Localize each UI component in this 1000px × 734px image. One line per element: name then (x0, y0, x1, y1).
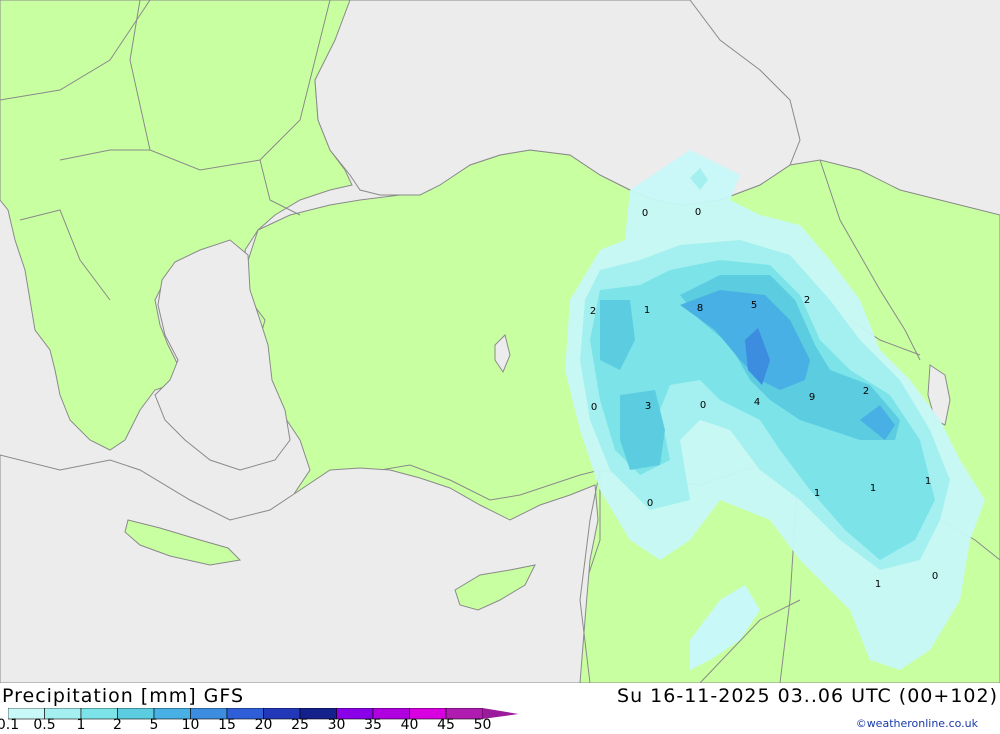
legend-area: Precipitation [mm] GFS Su 16-11-2025 03.… (0, 683, 1000, 733)
value-label: 5 (751, 300, 757, 311)
scale-tick-label: 1 (76, 717, 86, 733)
scale-tick-label: 45 (437, 717, 455, 733)
value-label: 0 (700, 400, 706, 411)
value-label: 3 (645, 401, 651, 412)
value-label: 0 (591, 402, 597, 413)
value-label: 1 (925, 476, 931, 487)
valid-time: Su 16-11-2025 03..06 UTC (00+102) (617, 685, 998, 707)
map-title: Precipitation [mm] GFS (2, 685, 245, 707)
scale-tick-label: 30 (327, 717, 346, 733)
value-label: 2 (590, 306, 596, 317)
value-label: 1 (875, 579, 881, 590)
scale-tick-label: 40 (400, 717, 419, 733)
credit-text: ©weatheronline.co.uk (855, 717, 978, 730)
scale-tick-label: 5 (149, 717, 159, 733)
scale-tick-label: 35 (364, 717, 382, 733)
value-label: 1 (870, 483, 876, 494)
value-label: 2 (863, 386, 869, 397)
scale-tick-label: 0.5 (33, 717, 56, 733)
scale-tick-label: 50 (473, 717, 492, 733)
value-label: 1 (644, 305, 650, 316)
scale-tick-label: 25 (291, 717, 309, 733)
value-label: 4 (754, 397, 760, 408)
scale-tick-label: 0.1 (0, 717, 20, 733)
scale-tick-label: 2 (113, 717, 122, 733)
value-label: 9 (809, 392, 815, 403)
scale-tick-label: 20 (254, 717, 273, 733)
value-label: 2 (804, 295, 810, 306)
value-label: 0 (647, 498, 653, 509)
scale-tick-label: 15 (218, 717, 236, 733)
value-label: 0 (932, 571, 938, 582)
scale-tick-label: 10 (181, 717, 200, 733)
map-svg: 0 0 2 1 8 5 2 0 3 0 4 9 2 0 1 1 1 1 0 (0, 0, 1000, 684)
value-label: 1 (814, 488, 820, 499)
precipitation-map: 0 0 2 1 8 5 2 0 3 0 4 9 2 0 1 1 1 1 0 (0, 0, 1000, 684)
value-label: 8 (697, 303, 703, 314)
value-label: 0 (695, 207, 701, 218)
scale-ticks: 0.1 0.5 1 2 5 10 15 20 25 30 35 40 45 50 (0, 718, 560, 734)
value-label: 0 (642, 208, 648, 219)
